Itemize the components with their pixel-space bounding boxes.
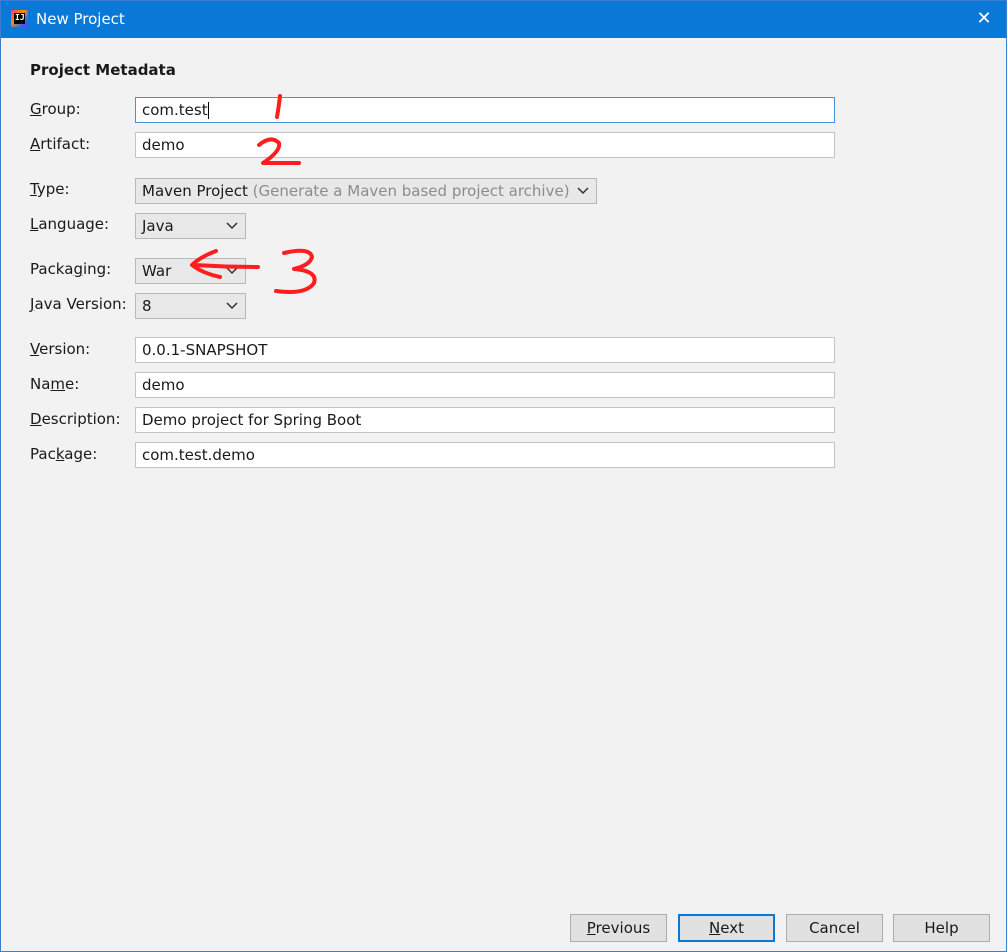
mnemonic-key: D — [30, 410, 42, 428]
version-input[interactable]: 0.0.1-SNAPSHOT — [135, 337, 835, 363]
language-value: Java — [142, 217, 174, 235]
mnemonic-key: P — [586, 919, 596, 937]
title-bar: IJ New Project ✕ — [1, 1, 1006, 38]
cancel-button[interactable]: Cancel — [786, 914, 883, 942]
label-part: Pac — [30, 445, 56, 463]
group-input[interactable]: com.test — [135, 97, 835, 123]
mnemonic-key: G — [30, 100, 42, 118]
chevron-down-icon — [226, 222, 238, 230]
java-version-select[interactable]: 8 — [135, 293, 246, 319]
label-part: ersion: — [39, 340, 91, 358]
chevron-down-icon — [226, 302, 238, 310]
language-label: Language: — [30, 215, 109, 233]
app-icon-text: IJ — [14, 13, 25, 24]
mnemonic-key: m — [50, 375, 66, 393]
packaging-select[interactable]: War — [135, 258, 246, 284]
button-label: revious — [595, 919, 651, 937]
name-label: Name: — [30, 375, 79, 393]
intellij-app-icon: IJ — [11, 10, 28, 27]
mnemonic-key: V — [30, 340, 40, 358]
type-value: Maven Project — [142, 182, 248, 200]
description-input[interactable]: Demo project for Spring Boot — [135, 407, 835, 433]
previous-button[interactable]: Previous — [570, 914, 667, 942]
text-cursor — [207, 102, 209, 119]
label-part: escription: — [41, 410, 121, 428]
packaging-label: Packaging: — [30, 260, 111, 278]
label-part: age: — [64, 445, 98, 463]
label-part: ing: — [82, 260, 112, 278]
mnemonic-key: N — [709, 919, 721, 937]
label-part: Packa — [30, 260, 74, 278]
java-version-label: Java Version: — [30, 295, 127, 313]
window-title: New Project — [36, 10, 125, 28]
java-version-value: 8 — [142, 297, 152, 315]
type-label: Type: — [30, 180, 70, 198]
new-project-dialog: IJ New Project ✕ Project Metadata Group:… — [0, 0, 1007, 952]
button-label: ext — [720, 919, 744, 937]
chevron-down-icon — [226, 267, 238, 275]
chevron-down-icon — [577, 187, 589, 195]
language-select[interactable]: Java — [135, 213, 246, 239]
mnemonic-key: k — [55, 445, 65, 463]
label-part: Na — [30, 375, 51, 393]
name-input[interactable]: demo — [135, 372, 835, 398]
type-hint: (Generate a Maven based project archive) — [252, 182, 570, 200]
help-button[interactable]: Help — [893, 914, 990, 942]
mnemonic-key: T — [30, 180, 37, 198]
description-label: Description: — [30, 410, 121, 428]
version-label: Version: — [30, 340, 90, 358]
mnemonic-key: g — [73, 260, 83, 278]
close-icon[interactable]: ✕ — [974, 8, 994, 30]
group-value: com.test — [142, 101, 208, 119]
next-button[interactable]: Next — [678, 914, 775, 942]
label-part: ava Version: — [34, 295, 127, 313]
label-part: e: — [65, 375, 80, 393]
label-part: rtifact: — [40, 135, 91, 153]
artifact-input[interactable]: demo — [135, 132, 835, 158]
label-part: roup: — [41, 100, 81, 118]
group-label: Group: — [30, 100, 81, 118]
type-select[interactable]: Maven Project (Generate a Maven based pr… — [135, 178, 597, 204]
packaging-value: War — [142, 262, 172, 280]
label-part: ype: — [36, 180, 70, 198]
section-title: Project Metadata — [30, 61, 176, 79]
mnemonic-key: A — [30, 135, 41, 153]
artifact-label: Artifact: — [30, 135, 90, 153]
label-part: anguage: — [38, 215, 110, 233]
package-label: Package: — [30, 445, 97, 463]
package-input[interactable]: com.test.demo — [135, 442, 835, 468]
